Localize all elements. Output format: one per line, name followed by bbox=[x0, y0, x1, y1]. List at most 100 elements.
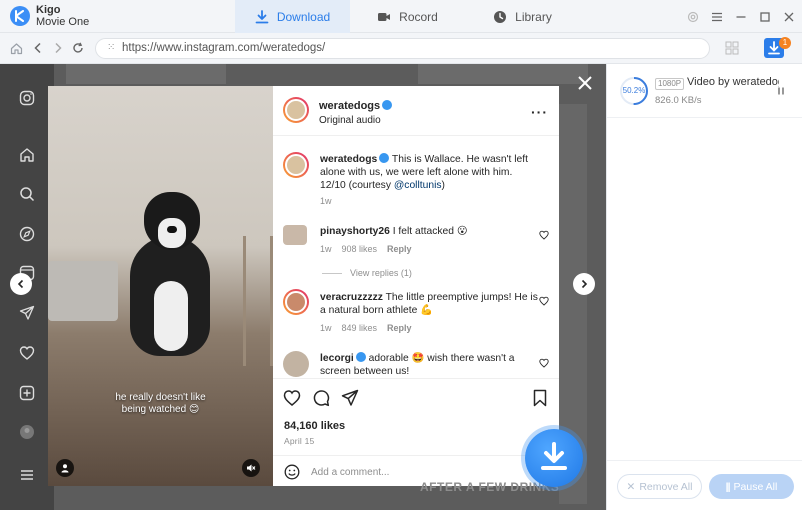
close-post-icon[interactable] bbox=[577, 75, 593, 91]
caption-author[interactable]: weratedogs bbox=[320, 154, 377, 165]
comment-text: veracruzzzzz The little preemptive jumps… bbox=[320, 291, 538, 317]
home-icon[interactable] bbox=[9, 41, 23, 55]
pause-all-button[interactable]: || Pause All bbox=[709, 474, 794, 499]
send-icon[interactable] bbox=[19, 305, 35, 321]
settings-icon[interactable] bbox=[686, 10, 700, 24]
reply-link[interactable]: Reply bbox=[387, 244, 412, 254]
tab-library[interactable]: Library bbox=[465, 0, 580, 33]
reply-link[interactable]: Reply bbox=[387, 323, 412, 333]
clock-icon bbox=[494, 10, 507, 23]
close-icon[interactable] bbox=[782, 10, 796, 24]
title-bar: Kigo Movie One Download Rocord Library bbox=[0, 0, 802, 33]
grid-view-icon[interactable] bbox=[725, 41, 739, 55]
view-replies-link[interactable]: View replies (1) bbox=[322, 268, 412, 278]
verified-badge-icon bbox=[355, 352, 366, 362]
remove-all-button[interactable]: ✕ Remove All bbox=[617, 474, 702, 499]
post-author-name[interactable]: weratedogs bbox=[319, 100, 393, 112]
dog-chest bbox=[154, 281, 188, 351]
tab-library-label: Library bbox=[515, 9, 552, 24]
pause-all-label: Pause All bbox=[733, 480, 778, 493]
comment-user[interactable]: veracruzzzzz bbox=[320, 292, 383, 303]
comment-meta: 1w 849 likes Reply bbox=[320, 323, 422, 333]
url-bar[interactable]: ⁙ https://www.instagram.com/weratedogs/ bbox=[95, 38, 710, 59]
verified-badge-icon bbox=[382, 100, 393, 110]
tab-record[interactable]: Rocord bbox=[350, 0, 465, 33]
menu-icon[interactable] bbox=[710, 10, 724, 24]
caption-mention-link[interactable]: @colltunis bbox=[394, 180, 442, 191]
smile-emoji-icon: 😊 bbox=[188, 404, 200, 415]
loading-icon: ⁙ bbox=[107, 42, 116, 53]
menu-icon[interactable] bbox=[19, 467, 35, 483]
tagged-user-button[interactable] bbox=[56, 459, 74, 477]
comment-user[interactable]: pinayshorty26 bbox=[320, 226, 390, 237]
download-panel-footer: ✕ Remove All || Pause All bbox=[607, 460, 802, 510]
create-icon[interactable] bbox=[19, 385, 35, 401]
search-icon[interactable] bbox=[19, 186, 35, 202]
dog-muzzle bbox=[158, 218, 186, 248]
download-item[interactable]: 50.2% 1080P Video by weratedogs 826.0 KB… bbox=[607, 64, 802, 118]
minimize-icon[interactable] bbox=[734, 10, 748, 24]
next-post-button[interactable] bbox=[573, 273, 595, 295]
author-avatar[interactable] bbox=[283, 97, 309, 123]
chevron-right-icon bbox=[581, 279, 588, 289]
mute-button[interactable] bbox=[242, 459, 260, 477]
window-controls bbox=[686, 0, 796, 33]
profile-icon[interactable] bbox=[19, 424, 35, 440]
video-caption-line1: he really doesn't like bbox=[115, 392, 206, 403]
post-date: April 15 bbox=[284, 436, 315, 446]
browser-nav-bar: ⁙ https://www.instagram.com/weratedogs/ … bbox=[0, 33, 802, 64]
pause-download-icon[interactable] bbox=[776, 86, 786, 96]
remove-x-icon: ✕ bbox=[626, 480, 636, 493]
download-speed: 826.0 KB/s bbox=[655, 95, 702, 106]
post-audio[interactable]: Original audio bbox=[319, 115, 381, 126]
verified-badge-icon bbox=[379, 153, 390, 163]
instagram-icon[interactable] bbox=[19, 90, 35, 106]
comment-likes[interactable]: 908 likes bbox=[342, 244, 378, 254]
back-icon[interactable] bbox=[31, 41, 45, 55]
home-icon[interactable] bbox=[19, 147, 35, 163]
comment-body: adorable bbox=[368, 353, 409, 364]
view-replies-text: View replies (1) bbox=[350, 268, 412, 278]
explore-icon[interactable] bbox=[19, 226, 35, 242]
bookmark-icon[interactable] bbox=[531, 389, 549, 407]
caption-avatar[interactable] bbox=[283, 152, 309, 178]
download-count-badge: 1 bbox=[779, 37, 791, 49]
more-options-icon[interactable]: ··· bbox=[531, 104, 548, 120]
comment-time: 1w bbox=[320, 323, 332, 333]
caption-time: 1w bbox=[320, 196, 332, 206]
caption-meta: 1w bbox=[320, 196, 342, 206]
heart-icon[interactable] bbox=[19, 345, 35, 361]
previous-post-button[interactable] bbox=[10, 273, 32, 295]
comment-likes[interactable]: 849 likes bbox=[342, 323, 378, 333]
like-count[interactable]: 84,160 likes bbox=[284, 420, 345, 432]
reload-icon[interactable] bbox=[71, 41, 85, 55]
comment-like-heart-icon[interactable] bbox=[539, 358, 549, 368]
post-video[interactable]: he really doesn't like being watched 😊 bbox=[48, 86, 273, 486]
comments-list[interactable]: weratedogs This is Wallace. He wasn't le… bbox=[273, 136, 559, 378]
resolution-badge: 1080P bbox=[655, 78, 685, 90]
comment-input[interactable] bbox=[311, 463, 511, 481]
comment-text: pinayshorty26 I felt attacked 😮 bbox=[320, 225, 538, 238]
tab-download[interactable]: Download bbox=[235, 0, 350, 33]
comment-icon[interactable] bbox=[312, 389, 330, 407]
comment-like-heart-icon[interactable] bbox=[539, 296, 549, 306]
download-queue-panel: 50.2% 1080P Video by weratedogs 826.0 KB… bbox=[606, 64, 802, 510]
speaker-muted-icon bbox=[247, 464, 256, 472]
comment-like-heart-icon[interactable] bbox=[539, 230, 549, 240]
main-tabs: Download Rocord Library bbox=[235, 0, 580, 33]
share-icon[interactable] bbox=[341, 389, 359, 407]
comment-avatar[interactable] bbox=[283, 351, 309, 377]
post-header: weratedogs Original audio ··· bbox=[273, 86, 559, 136]
video-caption-line2: being watched bbox=[121, 404, 187, 415]
app-name: Kigo Movie One bbox=[36, 4, 89, 28]
emoji-icon[interactable] bbox=[284, 464, 300, 480]
download-video-button[interactable] bbox=[525, 429, 583, 487]
like-heart-icon[interactable] bbox=[283, 389, 301, 407]
maximize-icon[interactable] bbox=[758, 10, 772, 24]
comment-time: 1w bbox=[320, 244, 332, 254]
comment-avatar[interactable] bbox=[283, 289, 309, 315]
comment-avatar[interactable] bbox=[283, 225, 307, 245]
forward-icon[interactable] bbox=[51, 41, 65, 55]
user-icon bbox=[61, 464, 69, 473]
comment-user[interactable]: lecorgi bbox=[320, 353, 354, 364]
